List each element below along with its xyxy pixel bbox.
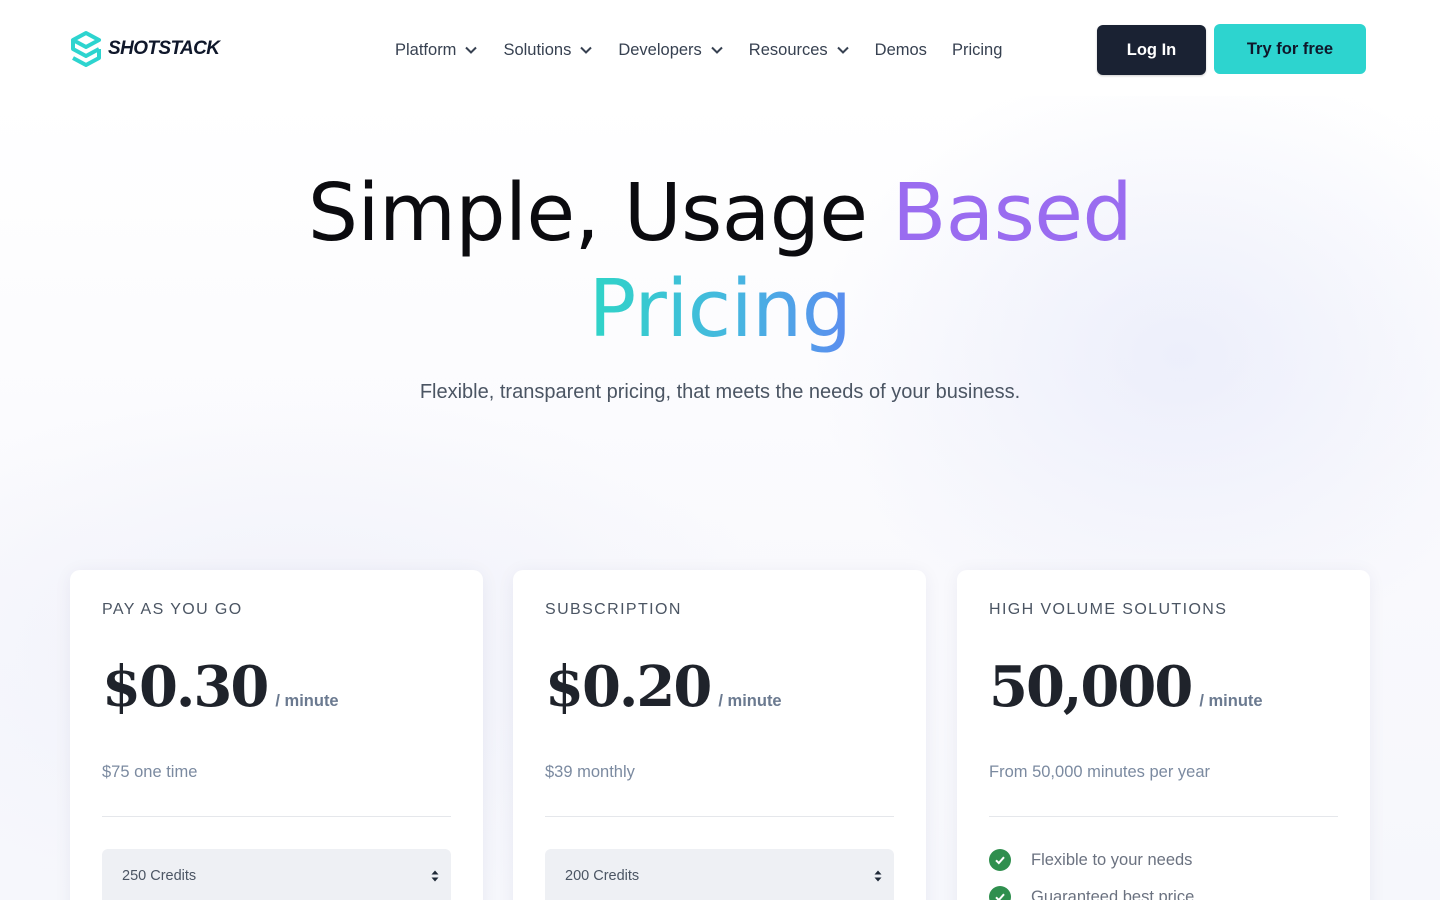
credits-select-value: 250 Credits bbox=[122, 868, 197, 884]
page-title: Simple, Usage Based Pricing bbox=[0, 165, 1440, 357]
card-divider bbox=[989, 816, 1338, 817]
login-button[interactable]: Log In bbox=[1097, 25, 1206, 75]
plan-label: SUBSCRIPTION bbox=[545, 601, 682, 618]
select-arrows-icon bbox=[431, 870, 439, 882]
credits-select[interactable]: 250 Credits bbox=[102, 849, 451, 900]
plan-note: From 50,000 minutes per year bbox=[989, 763, 1211, 781]
plan-price-row: $0.20 / minute bbox=[545, 652, 782, 722]
plan-label: PAY AS YOU GO bbox=[102, 601, 243, 618]
plan-price-unit: / minute bbox=[718, 692, 782, 710]
feature-text: Flexible to your needs bbox=[1031, 850, 1193, 869]
nav-item-label: Demos bbox=[874, 40, 927, 59]
chevron-down-icon bbox=[711, 46, 723, 54]
plan-price-row: $0.30 / minute bbox=[102, 652, 339, 722]
nav-item-demos[interactable]: Demos bbox=[875, 41, 927, 60]
card-divider bbox=[545, 816, 894, 817]
feature-item: Flexible to your needs bbox=[989, 849, 1192, 871]
plan-note: $39 monthly bbox=[545, 763, 635, 781]
credits-select[interactable]: 200 Credits bbox=[545, 849, 894, 900]
plan-price: $0.30 bbox=[102, 654, 269, 720]
nav-item-label: Platform bbox=[395, 40, 457, 59]
plan-card-subscription: SUBSCRIPTION $0.20 / minute $39 monthly … bbox=[513, 570, 926, 900]
nav-item-solutions[interactable]: Solutions bbox=[503, 41, 593, 60]
nav-item-label: Pricing bbox=[951, 40, 1003, 59]
plan-price-row: 50,000 / minute bbox=[989, 652, 1263, 722]
plan-note: $75 one time bbox=[102, 763, 198, 781]
plan-card-high-volume: HIGH VOLUME SOLUTIONS 50,000 / minute Fr… bbox=[957, 570, 1370, 900]
chevron-down-icon bbox=[580, 46, 593, 54]
title-text-gradient: Pricing bbox=[588, 263, 852, 355]
plan-price: 50,000 bbox=[989, 654, 1193, 720]
feature-item: Guaranteed best price bbox=[989, 886, 1194, 900]
shotstack-logo[interactable]: SHOTSTACK bbox=[68, 30, 220, 68]
credits-select-value: 200 Credits bbox=[565, 868, 640, 884]
main-nav: Platform Solutions Developers Resources … bbox=[395, 36, 1027, 64]
plan-price-unit: / minute bbox=[275, 692, 339, 710]
plan-label: HIGH VOLUME SOLUTIONS bbox=[989, 601, 1228, 618]
nav-item-label: Developers bbox=[618, 40, 702, 59]
nav-item-platform[interactable]: Platform bbox=[395, 41, 478, 60]
hero-subtitle: Flexible, transparent pricing, that meet… bbox=[419, 381, 1021, 403]
nav-item-label: Resources bbox=[748, 40, 828, 59]
nav-item-label: Solutions bbox=[503, 40, 572, 59]
chevron-down-icon bbox=[836, 46, 849, 54]
logo-mark-icon bbox=[68, 30, 104, 68]
feature-text: Guaranteed best price bbox=[1031, 887, 1195, 900]
plan-card-pay-as-you-go: PAY AS YOU GO $0.30 / minute $75 one tim… bbox=[70, 570, 483, 900]
nav-item-resources[interactable]: Resources bbox=[749, 41, 850, 60]
card-divider bbox=[102, 816, 451, 817]
check-circle-icon bbox=[989, 886, 1011, 900]
check-circle-icon bbox=[989, 849, 1011, 871]
plan-price: $0.20 bbox=[545, 654, 712, 720]
nav-item-developers[interactable]: Developers bbox=[618, 41, 723, 60]
title-text-purple: Based bbox=[892, 167, 1133, 259]
plan-price-unit: / minute bbox=[1199, 692, 1263, 710]
title-text-plain: Simple, Usage bbox=[307, 167, 893, 259]
site-header: SHOTSTACK Platform Solutions Developers … bbox=[0, 0, 1440, 98]
logo-wordmark: SHOTSTACK bbox=[108, 38, 220, 59]
chevron-down-icon bbox=[465, 46, 478, 54]
nav-item-pricing[interactable]: Pricing bbox=[952, 41, 1002, 60]
try-for-free-button[interactable]: Try for free bbox=[1214, 24, 1366, 74]
select-arrows-icon bbox=[874, 870, 882, 882]
